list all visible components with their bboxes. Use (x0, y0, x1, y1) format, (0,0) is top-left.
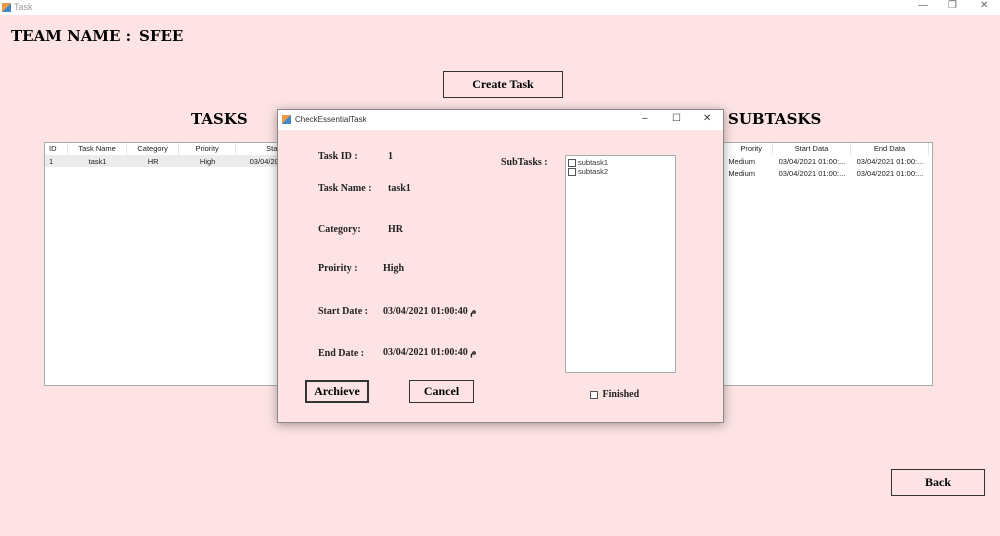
checkbox[interactable] (568, 159, 576, 168)
end-date-label: End Date : (318, 348, 365, 359)
cell-start: 03/04/2021 01:00:... (778, 156, 846, 166)
col-task-name[interactable]: Task Name (68, 143, 128, 155)
subtask-label: subtask2 (578, 167, 609, 177)
subtasks-title: SUBTASKS (728, 110, 822, 128)
col-priority[interactable]: Prority (717, 143, 773, 155)
category-value: HR (388, 224, 403, 235)
subtasks-header: Prority Start Data End Data (717, 143, 932, 155)
back-button[interactable]: Back (891, 469, 985, 496)
dialog-icon (282, 115, 291, 124)
minimize-icon[interactable]: — (918, 0, 928, 11)
task-id-value: 1 (388, 151, 393, 162)
cell-start: 03/04/2021 01:00:... (778, 168, 846, 178)
window-title: Task (14, 2, 33, 12)
window-titlebar: Task — ❐ ✕ (0, 0, 1000, 15)
tasks-grid[interactable]: ID Task Name Category Priority Start 1 t… (44, 142, 284, 386)
create-task-button[interactable]: Create Task (443, 71, 563, 98)
cell-end: 03/04/2021 01:00:... (856, 168, 924, 178)
end-date-value: 03/04/2021 01:00:40 م (383, 347, 477, 358)
archieve-button[interactable]: Archieve (305, 380, 369, 403)
cell-id: 1 (49, 156, 54, 166)
task-name-label: Task Name : (318, 183, 372, 194)
task-id-label: Task ID : (318, 151, 358, 162)
check-essential-task-dialog: CheckEssentialTask – ☐ ✕ Task ID : 1 Tas… (277, 109, 724, 423)
col-end-data[interactable]: End Data (851, 143, 929, 155)
col-category[interactable]: Category (127, 143, 179, 155)
cancel-button[interactable]: Cancel (409, 380, 474, 403)
cell-priority: High (199, 156, 216, 166)
priority-value: High (383, 263, 405, 274)
col-priority[interactable]: Priority (179, 143, 237, 155)
checkbox[interactable] (568, 168, 576, 177)
col-start-data[interactable]: Start Data (773, 143, 851, 155)
subtasks-label: SubTasks : (501, 157, 548, 168)
cell-category: HR (147, 156, 159, 166)
col-start[interactable]: Start (236, 143, 283, 155)
subtask-item[interactable]: subtask1 (568, 158, 673, 168)
cell-task-name: task1 (88, 156, 107, 166)
category-label: Category: (318, 224, 361, 235)
restore-icon[interactable]: ❐ (948, 0, 957, 11)
subtask-item[interactable]: subtask2 (568, 167, 673, 177)
table-row[interactable]: Medium 03/04/2021 01:00:... 03/04/2021 0… (717, 167, 932, 179)
task-name-value: task1 (388, 183, 411, 194)
finished-checkbox[interactable]: Finished (590, 389, 639, 400)
cell-end: 03/04/2021 01:00:... (856, 156, 924, 166)
subtasks-grid[interactable]: Prority Start Data End Data Medium 03/04… (716, 142, 933, 386)
close-icon[interactable]: ✕ (703, 113, 711, 124)
dialog-titlebar: CheckEssentialTask – ☐ ✕ (278, 110, 723, 130)
table-row[interactable]: 1 task1 HR High 03/04/202 (45, 155, 283, 167)
app-icon (2, 3, 11, 12)
cell-priority: Medium (728, 156, 755, 166)
start-date-value: 03/04/2021 01:00:40 م (383, 306, 477, 317)
close-icon[interactable]: ✕ (980, 0, 988, 11)
col-id[interactable]: ID (45, 143, 68, 155)
minimize-icon[interactable]: – (642, 113, 648, 124)
start-date-label: Start Date : (318, 306, 368, 317)
cell-priority: Medium (728, 168, 755, 178)
table-row[interactable]: Medium 03/04/2021 01:00:... 03/04/2021 0… (717, 155, 932, 167)
team-name-value: SFEE (139, 27, 184, 45)
subtasks-checklist[interactable]: subtask1 subtask2 (565, 155, 676, 373)
subtask-label: subtask1 (578, 158, 609, 167)
tasks-title: TASKS (191, 110, 248, 128)
checkbox[interactable] (590, 390, 598, 399)
dialog-title: CheckEssentialTask (295, 115, 367, 124)
maximize-icon[interactable]: ☐ (672, 113, 681, 124)
finished-label: Finished (602, 389, 640, 400)
priority-label: Proirity : (318, 263, 358, 274)
tasks-header: ID Task Name Category Priority Start (45, 143, 283, 155)
team-name-label: TEAM NAME : (11, 27, 132, 45)
